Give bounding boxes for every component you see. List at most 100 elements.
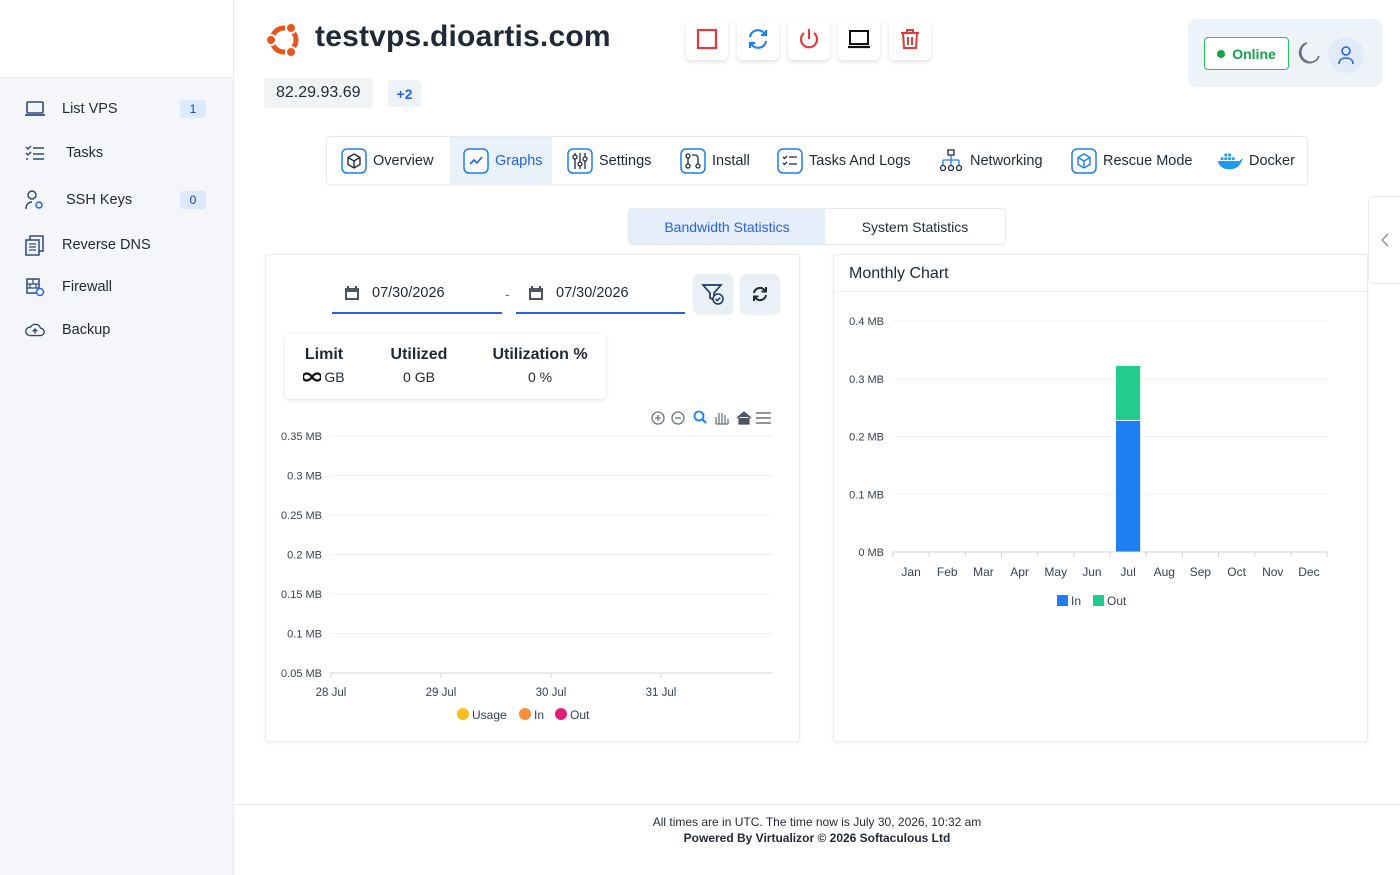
bandwidth-line-chart: 0.35 MB 0.3 MB 0.25 MB 0.2 MB 0.15 MB 0.1 MB 0… [281,431,772,722]
bar-out-jul [1115,365,1141,421]
task-list-icon [777,147,803,174]
main-tabs: Overview Graphs Settings Install Tasks A… [326,136,1308,185]
apply-filter-button[interactable] [693,274,733,314]
zoom-in-icon[interactable] [651,411,665,425]
y-tick-label: 0.3 MB [849,374,884,386]
user-menu-button[interactable] [1328,37,1364,73]
sidebar-item-reverse-dns[interactable]: Reverse DNS [0,225,234,265]
utilized-value: 0 GB [403,369,435,385]
tab-label: Settings [599,152,652,169]
y-tick-label: 0.05 MB [281,668,322,680]
tab-label: Tasks And Logs [809,152,911,169]
date-separator: - [505,286,510,302]
legend-marker-in [519,708,531,720]
calendar-icon [529,286,543,300]
sidebar-item-ssh-keys[interactable]: SSH Keys 0 [0,180,234,220]
sliders-icon [567,147,593,174]
power-icon [799,29,819,49]
utilization-stat: Utilization % 0 % [488,346,592,385]
stop-icon [696,28,718,50]
legend-marker-out [1093,595,1104,606]
zoom-out-icon[interactable] [671,411,685,425]
date-from-field[interactable]: 07/30/2026 [332,274,502,314]
subtab-bandwidth-statistics[interactable]: Bandwidth Statistics [629,209,825,244]
tab-overview[interactable]: Overview [339,137,435,184]
tab-rescue-mode[interactable]: Rescue Mode [1071,137,1192,184]
network-icon [938,148,964,174]
x-tick-label: 28 Jul [316,687,347,699]
tab-networking[interactable]: Networking [938,137,1043,184]
filter-check-icon [701,284,724,305]
x-tick-label: 30 Jul [536,687,567,699]
sidebar-item-backup[interactable]: Backup [0,310,234,350]
git-icon [680,147,706,174]
calendar-icon [345,286,359,300]
ssh-count-badge: 0 [180,191,206,209]
laptop-icon [24,98,46,120]
subtab-system-statistics[interactable]: System Statistics [825,209,1005,244]
vps-count-badge: 1 [180,100,206,118]
monthly-chart-title: Monthly Chart [849,265,949,282]
x-tick-label: 29 Jul [426,687,457,699]
tab-docker[interactable]: Docker [1217,137,1295,184]
cloud-upload-icon [24,319,46,341]
chart-menu-icon[interactable] [756,412,771,424]
x-tick-label: Mar [973,565,994,579]
tab-settings[interactable]: Settings [567,137,651,184]
console-button[interactable] [838,18,880,60]
sidebar-item-firewall[interactable]: Firewall [0,267,234,307]
rescue-cube-icon [1071,147,1097,174]
moon-icon[interactable] [1296,40,1322,66]
console-icon [848,30,870,49]
online-status-badge: Online [1204,37,1289,70]
power-button[interactable] [788,18,830,60]
graph-icon [463,147,489,174]
date-from-value: 07/30/2026 [372,285,445,301]
restart-icon [748,29,768,49]
tab-install[interactable]: Install [680,137,750,184]
legend-label-in: In [1071,594,1081,608]
legend-marker-in [1057,595,1068,606]
logo-area [0,0,233,78]
date-to-field[interactable]: 07/30/2026 [516,274,685,314]
y-tick-label: 0.35 MB [281,431,322,443]
x-tick-label: Jun [1082,565,1101,579]
tab-graphs[interactable]: Graphs [450,137,552,184]
tab-label: Docker [1249,152,1295,169]
ip-address-chip: 82.29.93.69 [264,78,373,108]
footer-time-text: All times are in UTC. The time now is Ju… [652,815,982,829]
collapse-panel-handle[interactable] [1368,196,1400,284]
restart-button[interactable] [737,18,779,60]
sidebar-item-label: Reverse DNS [62,237,151,253]
x-tick-label: May [1044,565,1067,579]
sidebar-item-list-vps[interactable]: List VPS 1 [0,89,234,129]
legend-marker-usage [457,708,469,720]
stop-button[interactable] [686,18,728,60]
y-tick-label: 0.2 MB [849,432,884,444]
refresh-button[interactable] [740,274,780,314]
limit-value: GB [324,369,345,385]
y-tick-label: 0 MB [858,547,884,559]
legend-label-out: Out [570,708,590,722]
more-ips-button[interactable]: +2 [388,80,421,107]
y-tick-label: 0.3 MB [287,471,322,483]
y-tick-label: 0.1 MB [849,489,884,501]
tab-tasks-and-logs[interactable]: Tasks And Logs [777,137,911,184]
footer: All times are in UTC. The time now is Ju… [234,804,1400,875]
pan-hand-icon[interactable] [715,413,729,425]
chevron-left-icon [1380,233,1389,247]
refresh-icon [753,286,767,302]
reset-home-icon[interactable] [736,411,752,425]
legend-label-usage: Usage [472,708,507,722]
selection-zoom-icon[interactable] [693,410,707,424]
delete-button[interactable] [889,18,931,60]
legend-label-out: Out [1107,594,1127,608]
date-to-value: 07/30/2026 [556,285,629,301]
utilized-label: Utilized [390,346,448,363]
usage-summary: Limit GB Utilized 0 GB Utilization % 0 % [285,334,606,399]
docker-icon [1217,148,1243,174]
sidebar-item-label: Backup [62,322,111,338]
utilization-label: Utilization % [492,346,588,363]
documents-icon [24,234,46,256]
sidebar-item-tasks[interactable]: Tasks [0,133,234,173]
